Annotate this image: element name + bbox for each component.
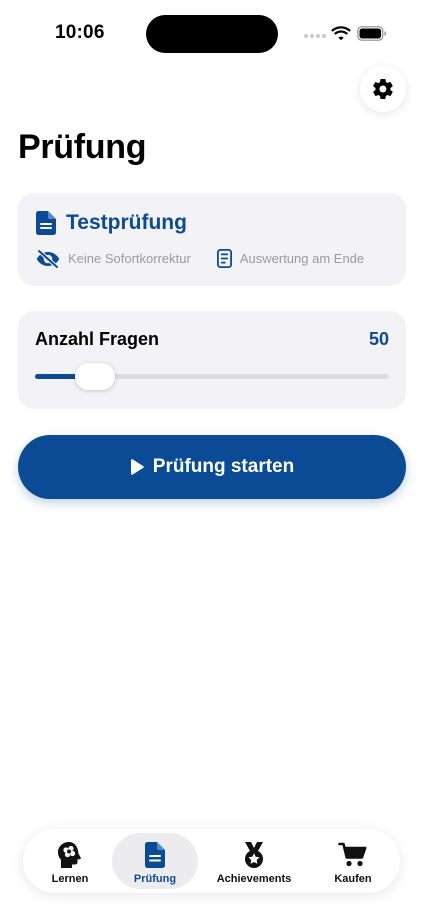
exam-header: Testprüfung <box>36 211 187 235</box>
tab-kaufen[interactable]: Kaufen <box>310 833 396 889</box>
eye-slash-icon <box>36 249 60 268</box>
status-time: 10:06 <box>55 22 105 43</box>
tab-label: Prüfung <box>133 873 177 885</box>
slider-thumb[interactable] <box>75 363 116 390</box>
wifi-icon <box>331 26 351 41</box>
battery-icon <box>357 26 386 41</box>
exam-meta: Keine Sofortkorrektur Auswertung am Ende <box>36 249 364 268</box>
document-list-icon <box>216 249 232 268</box>
status-bar: 10:06 <box>0 0 424 68</box>
meta-no-instant-correction: Keine Sofortkorrektur <box>36 249 191 268</box>
exam-title: Testprüfung <box>66 211 187 234</box>
medal-icon <box>245 842 263 868</box>
brain-head-icon <box>58 842 81 868</box>
tab-pruefung[interactable]: Prüfung <box>112 833 198 889</box>
gear-icon <box>373 78 393 100</box>
document-icon <box>145 842 165 868</box>
page-title: Prüfung <box>18 128 147 166</box>
tab-label: Achievements <box>216 873 292 885</box>
play-icon <box>130 459 144 475</box>
question-count-value: 50 <box>368 329 389 349</box>
dynamic-island <box>146 15 278 53</box>
document-icon <box>36 211 56 235</box>
start-exam-button[interactable]: Prüfung starten <box>18 435 406 499</box>
exam-info-card[interactable]: Testprüfung Keine Sofortkorrektur Auswer… <box>18 193 406 286</box>
settings-button[interactable] <box>360 66 406 112</box>
meta-label: Auswertung am Ende <box>239 251 365 266</box>
cellular-signal-icon <box>304 34 326 38</box>
meta-label: Keine Sofortkorrektur <box>68 251 191 266</box>
tab-achievements[interactable]: Achievements <box>211 833 297 889</box>
question-count-label: Anzahl Fragen <box>35 329 160 349</box>
start-exam-label: Prüfung starten <box>152 456 295 477</box>
tab-lernen[interactable]: Lernen <box>27 833 113 889</box>
question-count-card: Anzahl Fragen 50 <box>18 311 406 409</box>
cart-icon <box>338 842 367 867</box>
tab-label: Kaufen <box>334 873 372 885</box>
meta-evaluation-at-end: Auswertung am Ende <box>216 249 365 268</box>
tab-bar: Lernen Prüfung Achievements Kaufen <box>23 829 400 893</box>
tab-label: Lernen <box>51 873 89 885</box>
